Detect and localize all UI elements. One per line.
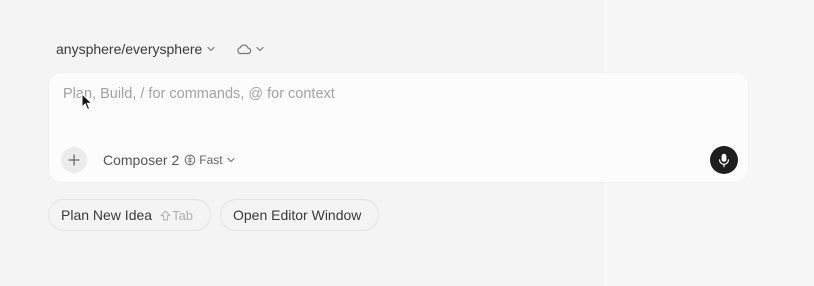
plus-icon — [68, 154, 80, 166]
cloud-selector[interactable] — [236, 43, 265, 55]
shortcut-key: Tab — [172, 207, 194, 223]
brain-icon — [184, 154, 196, 166]
plan-new-idea-button[interactable]: Plan New Idea Tab — [48, 199, 211, 231]
open-editor-window-button[interactable]: Open Editor Window — [220, 199, 379, 231]
cloud-icon — [237, 44, 252, 55]
model-selector[interactable]: Composer 2 Fast — [103, 150, 236, 170]
repo-header: anysphere/everysphere — [56, 38, 265, 60]
prompt-input[interactable] — [63, 83, 723, 105]
chevron-down-icon — [256, 46, 264, 52]
repo-label: anysphere/everysphere — [56, 41, 203, 57]
repo-selector[interactable]: anysphere/everysphere — [56, 41, 216, 57]
shortcut-hint: Tab — [160, 208, 193, 223]
microphone-icon — [718, 153, 730, 167]
speed-label: Fast — [199, 153, 223, 167]
voice-input-button[interactable] — [710, 146, 738, 174]
shift-icon — [160, 210, 171, 220]
suggestion-label: Open Editor Window — [233, 207, 362, 223]
chevron-down-icon — [207, 46, 215, 52]
speed-indicator: Fast — [184, 153, 235, 167]
add-context-button[interactable] — [61, 147, 87, 173]
model-label: Composer 2 — [103, 152, 180, 168]
chevron-down-icon — [227, 157, 235, 163]
mouse-pointer-icon — [81, 93, 93, 111]
composer-box: Composer 2 Fast — [49, 73, 748, 182]
suggestion-label: Plan New Idea — [61, 207, 153, 223]
